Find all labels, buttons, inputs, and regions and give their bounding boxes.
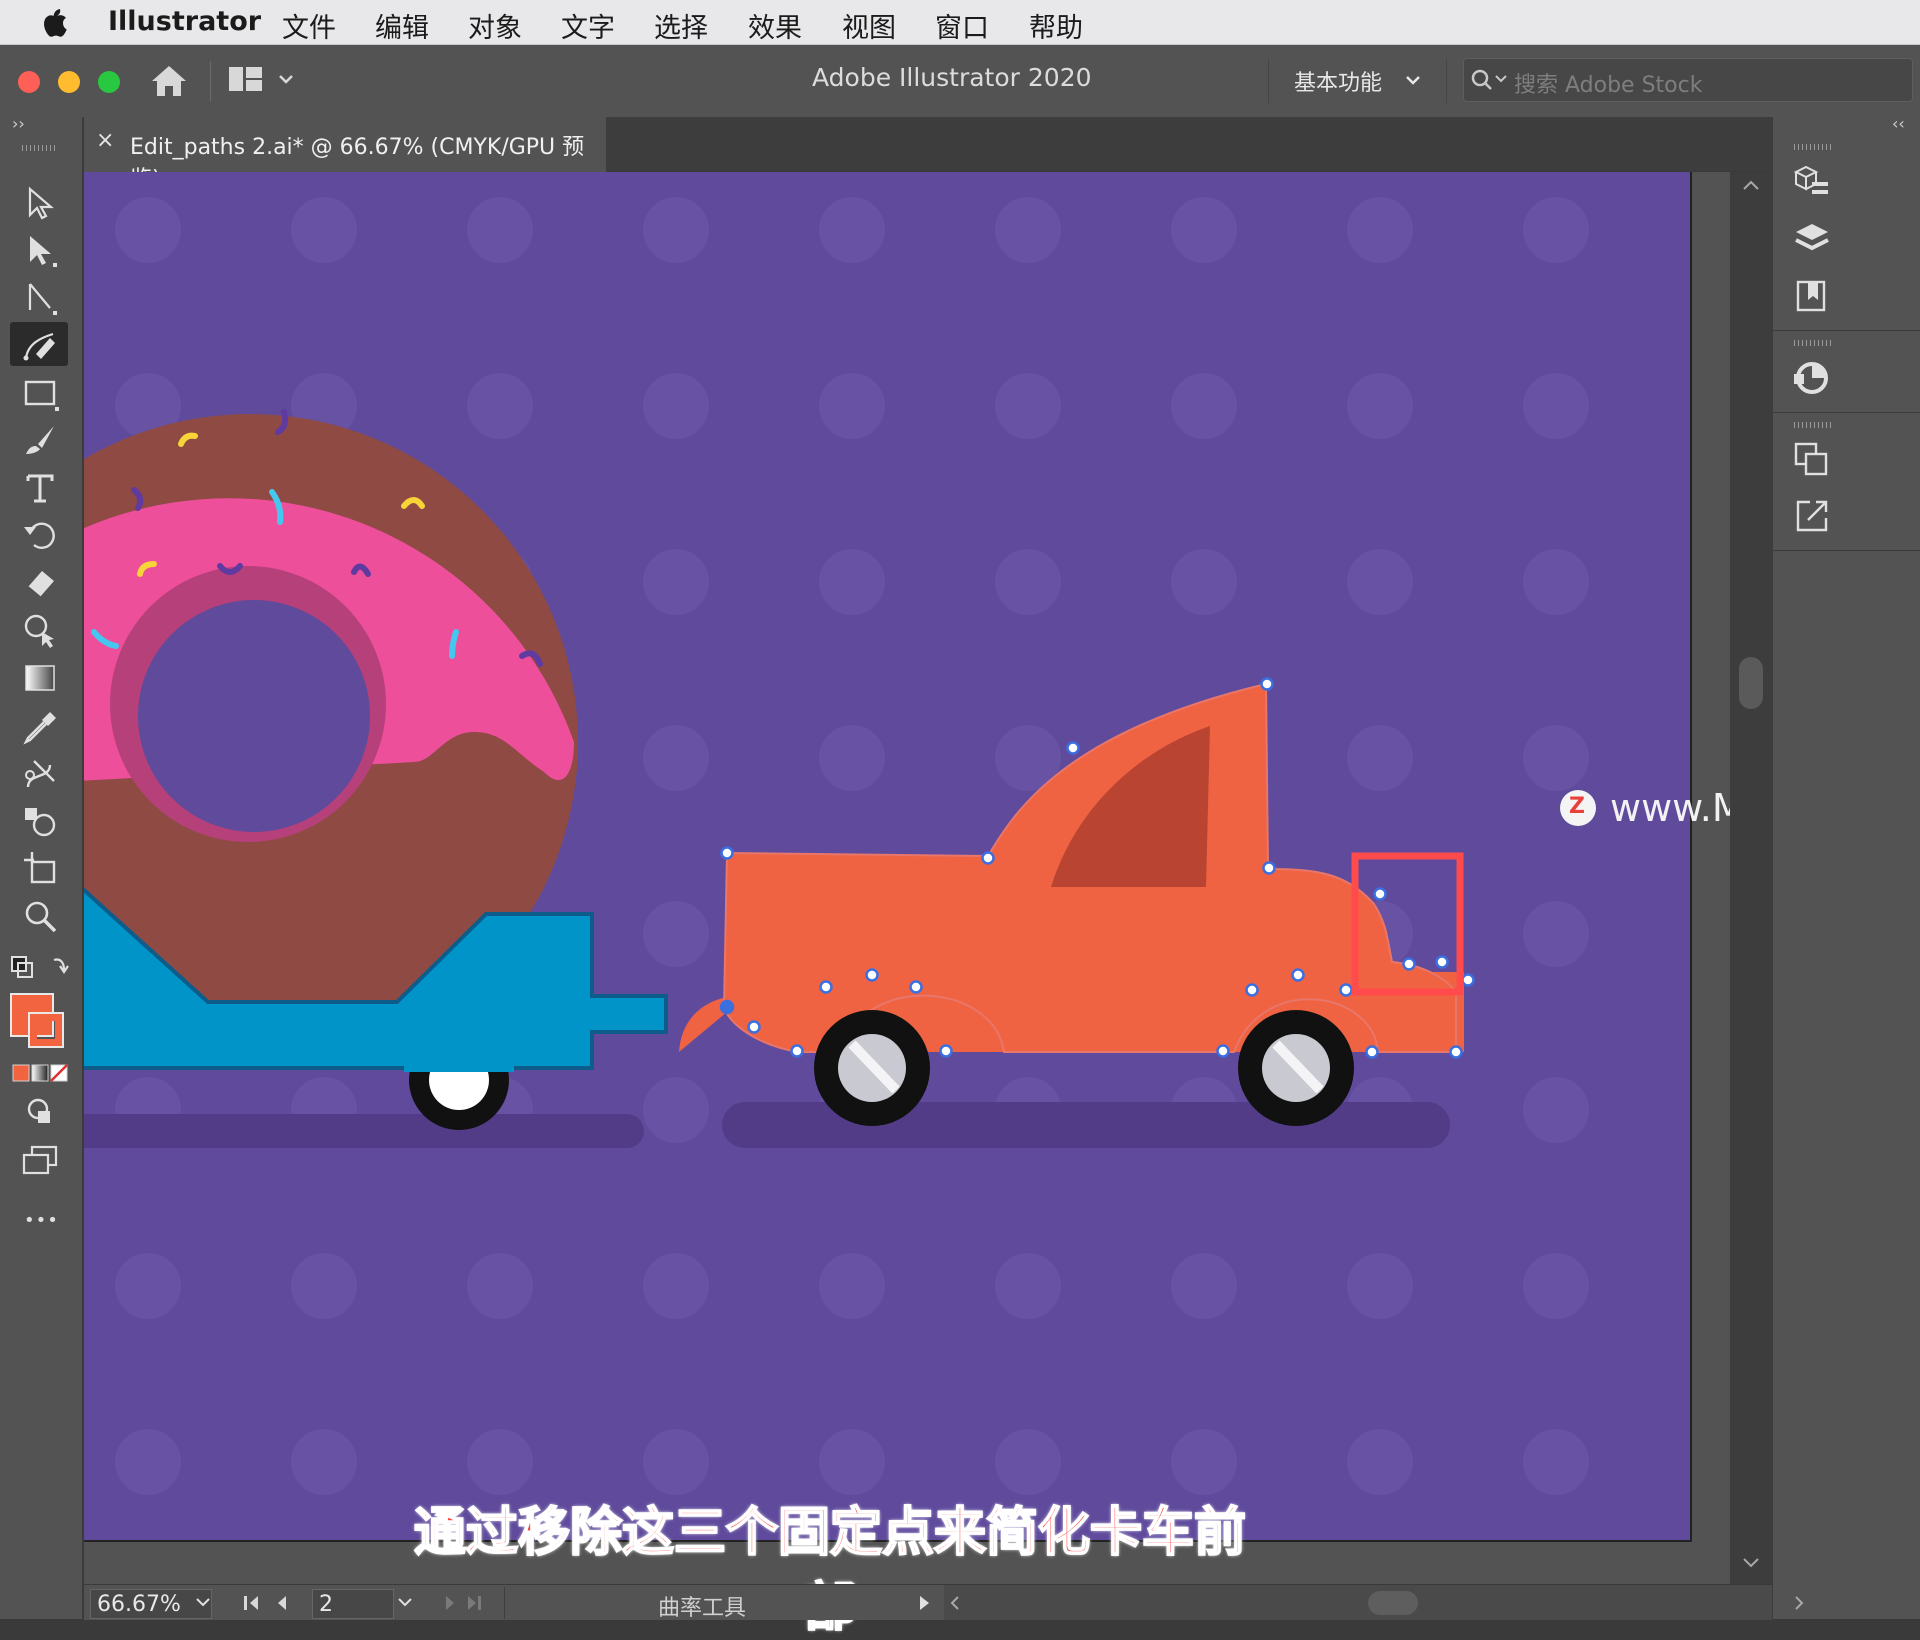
- rectangle-tool-icon[interactable]: [20, 373, 60, 413]
- menu-select[interactable]: 选择: [654, 6, 708, 45]
- menu-app-name[interactable]: Illustrator: [108, 6, 261, 37]
- window-title: Adobe Illustrator 2020: [812, 63, 1092, 92]
- direct-selection-tool-icon[interactable]: [20, 230, 60, 270]
- artboard-nav-next-icons[interactable]: [438, 1593, 488, 1613]
- vertical-scrollbar[interactable]: [1730, 172, 1772, 1584]
- menu-help[interactable]: 帮助: [1029, 6, 1083, 45]
- system-menu-bar: Illustrator 文件 编辑 对象 文字 选择 效果 视图 窗口 帮助: [0, 0, 1920, 45]
- symbol-sprayer-tool-icon[interactable]: [20, 801, 60, 841]
- export-icon[interactable]: [1790, 494, 1834, 538]
- properties-icon[interactable]: [1790, 160, 1834, 204]
- artboard-number-field[interactable]: 2: [312, 1589, 394, 1619]
- gradient-tool-icon[interactable]: [20, 658, 60, 698]
- rotate-tool-icon[interactable]: [20, 515, 60, 555]
- collapse-tools-toggle[interactable]: ››: [12, 114, 25, 133]
- workspace-switcher[interactable]: 基本功能: [1294, 65, 1420, 97]
- toolbar-divider: [210, 61, 211, 101]
- status-bar: 66.67% 2 曲率工具: [84, 1584, 1804, 1621]
- type-tool-icon[interactable]: [20, 468, 60, 508]
- shape-builder-tool-icon[interactable]: [20, 610, 60, 650]
- stroke-color-swatch[interactable]: [28, 1012, 64, 1048]
- blend-tool-icon[interactable]: [20, 753, 60, 793]
- color-guide-icon[interactable]: [1790, 356, 1834, 400]
- zoom-tool-icon[interactable]: [20, 896, 60, 936]
- screen-mode-icon[interactable]: [20, 1140, 60, 1180]
- menu-type[interactable]: 文字: [561, 6, 615, 45]
- scroll-right-icon[interactable]: [1792, 1594, 1806, 1612]
- eraser-tool-icon[interactable]: [20, 563, 60, 603]
- vertical-scroll-thumb[interactable]: [1739, 657, 1763, 709]
- eyedropper-tool-icon[interactable]: [20, 706, 60, 746]
- artboard-nav-prev-icons[interactable]: [242, 1593, 302, 1613]
- expand-panels-toggle[interactable]: ‹‹: [1892, 114, 1905, 133]
- layers-icon[interactable]: [1790, 218, 1834, 262]
- artboard[interactable]: [84, 172, 1692, 1542]
- menu-object[interactable]: 对象: [468, 6, 522, 45]
- transform-icon[interactable]: [1790, 438, 1834, 482]
- apple-logo-icon[interactable]: [42, 7, 68, 37]
- search-icon: [1471, 69, 1507, 90]
- workspace-label: 基本功能: [1294, 71, 1383, 96]
- menu-effect[interactable]: 效果: [748, 6, 802, 45]
- close-window-button[interactable]: [18, 71, 40, 93]
- scroll-down-icon[interactable]: [1740, 1556, 1762, 1570]
- dock-separator: [1772, 330, 1920, 331]
- zoom-window-button[interactable]: [98, 71, 120, 93]
- menu-file[interactable]: 文件: [282, 6, 336, 45]
- current-tool-label: 曲率工具: [658, 1596, 747, 1621]
- chevron-down-icon: [1406, 76, 1420, 85]
- group-selection-tool-icon[interactable]: [20, 278, 60, 318]
- scroll-up-icon[interactable]: [1740, 178, 1762, 192]
- color-mode-buttons[interactable]: [12, 1062, 68, 1084]
- menu-window[interactable]: 窗口: [935, 6, 989, 45]
- artboard-number-value: 2: [319, 1592, 333, 1617]
- draw-mode-icon[interactable]: [20, 1092, 60, 1132]
- zoom-level-value: 66.67%: [97, 1592, 181, 1617]
- dock-gripper[interactable]: [1794, 144, 1834, 150]
- search-placeholder: 搜索 Adobe Stock: [1514, 73, 1703, 98]
- dock-gripper[interactable]: [1794, 340, 1834, 346]
- scroll-left-icon[interactable]: [948, 1594, 962, 1612]
- statusbar-divider: [504, 1587, 505, 1619]
- selection-tool-icon[interactable]: [20, 183, 60, 223]
- home-icon[interactable]: [149, 63, 189, 99]
- menu-edit[interactable]: 编辑: [375, 6, 429, 45]
- dock-separator: [1772, 412, 1920, 413]
- paintbrush-tool-icon[interactable]: [20, 420, 60, 460]
- tools-panel-gripper[interactable]: [22, 145, 58, 151]
- dock-separator: [1772, 550, 1920, 551]
- minimize-window-button[interactable]: [58, 71, 80, 93]
- curvature-tool-icon[interactable]: [20, 324, 60, 364]
- horizontal-scroll-thumb[interactable]: [1368, 1591, 1418, 1615]
- status-menu-arrow-icon[interactable]: [914, 1593, 934, 1613]
- arrange-documents-icon[interactable]: [228, 63, 298, 99]
- artwork: [84, 172, 1690, 1540]
- close-tab-button[interactable]: ×: [96, 128, 114, 153]
- stock-search-input[interactable]: 搜索 Adobe Stock: [1463, 58, 1913, 102]
- dock-gripper[interactable]: [1794, 422, 1834, 428]
- horizontal-scrollbar[interactable]: [944, 1585, 1804, 1620]
- artboard-tool-icon[interactable]: [20, 848, 60, 888]
- edit-toolbar-button[interactable]: •••: [24, 1210, 59, 1231]
- titlebar-divider: [1446, 59, 1447, 103]
- zoom-dropdown-icon[interactable]: [194, 1595, 212, 1609]
- titlebar-divider: [1268, 59, 1269, 103]
- artboard-dropdown-icon[interactable]: [396, 1595, 414, 1609]
- trailer-shadow: [84, 1114, 644, 1148]
- document-tab[interactable]: × Edit_paths 2.ai* @ 66.67% (CMYK/GPU 预览…: [84, 117, 606, 192]
- libraries-icon[interactable]: [1790, 274, 1834, 318]
- menu-view[interactable]: 视图: [842, 6, 896, 45]
- macz-badge-icon: Z: [1560, 790, 1596, 826]
- fill-stroke-controls[interactable]: [8, 952, 74, 984]
